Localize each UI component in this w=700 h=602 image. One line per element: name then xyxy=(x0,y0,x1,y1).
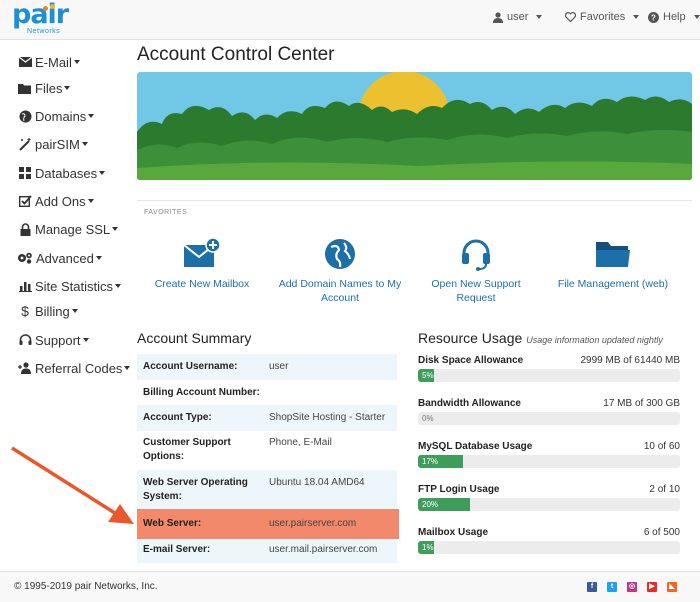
resource-usage-subtitle: Usage information updated nightly xyxy=(526,335,663,345)
user-menu-label: user xyxy=(507,11,529,23)
sidebar-item-pairsim[interactable]: pairSIM xyxy=(18,134,88,154)
facebook-icon[interactable]: f xyxy=(587,582,597,592)
progress-bar: 20% xyxy=(418,498,680,511)
sidebar-item-billing[interactable]: $ Billing xyxy=(18,301,78,321)
progress-bar: 0% xyxy=(418,412,680,425)
user-icon xyxy=(493,11,503,23)
sidebar-item-files[interactable]: Files xyxy=(18,78,71,98)
sidebar-item-email[interactable]: E-Mail xyxy=(18,52,80,72)
globe-icon xyxy=(325,239,355,269)
table-row: Web Server Operating System: Ubuntu 18.0… xyxy=(137,470,397,509)
chevron-down-icon xyxy=(112,227,119,231)
svg-text:?: ? xyxy=(651,13,656,22)
globe-icon xyxy=(18,109,32,123)
envelope-plus-icon xyxy=(183,237,221,267)
gears-icon xyxy=(16,251,33,265)
table-row: Web Server: user.pairserver.com xyxy=(143,518,357,529)
chevron-down-icon xyxy=(633,15,640,19)
favorite-open-support-request[interactable]: Open New Support Request xyxy=(411,237,541,305)
sidebar-item-support[interactable]: Support xyxy=(18,330,89,350)
user-menu[interactable]: user xyxy=(493,11,543,23)
favorites-panel: FAVORITES Create New Mailbox Add Domain … xyxy=(137,200,692,310)
folder-icon xyxy=(18,81,32,95)
twitter-icon[interactable]: t xyxy=(607,582,617,592)
favorite-file-management[interactable]: File Management (web) xyxy=(548,237,678,291)
table-row: E-mail Server: user.mail.pairserver.com xyxy=(137,539,397,563)
favorite-create-mailbox[interactable]: Create New Mailbox xyxy=(137,237,267,291)
dollar-icon: $ xyxy=(21,303,29,319)
sidebar-item-referral-codes[interactable]: Referral Codes xyxy=(18,358,131,378)
sidebar-item-add-ons[interactable]: Add Ons xyxy=(18,191,94,211)
favorites-menu-label: Favorites xyxy=(580,11,626,23)
favorite-add-domain-names[interactable]: Add Domain Names to My Account xyxy=(275,237,405,305)
youtube-icon[interactable]: ▶ xyxy=(647,582,657,592)
chevron-down-icon xyxy=(82,338,89,342)
chevron-down-icon xyxy=(99,171,106,175)
chevron-down-icon xyxy=(693,15,700,19)
progress-bar: 17% xyxy=(418,455,680,468)
footer: © 1995-2019 pair Networks, Inc. f t ◎ ▶ … xyxy=(0,571,700,602)
progress-bar: 5% xyxy=(418,369,680,382)
top-navbar: pair Networks user Favorites ? Help xyxy=(0,0,700,40)
sidebar-item-domains[interactable]: Domains xyxy=(18,106,95,126)
sidebar-item-site-statistics[interactable]: Site Statistics xyxy=(18,276,122,296)
progress-bar: 1% xyxy=(418,541,680,554)
bar-chart-icon xyxy=(18,279,32,293)
favorites-heading: FAVORITES xyxy=(144,209,188,216)
heart-icon xyxy=(565,12,576,22)
account-summary-title: Account Summary xyxy=(137,330,252,346)
help-menu[interactable]: ? Help xyxy=(648,11,700,23)
table-row: Billing Account Number: xyxy=(143,387,260,398)
chevron-down-icon xyxy=(124,366,131,370)
chevron-down-icon xyxy=(81,142,88,146)
annotation-arrow xyxy=(11,446,134,524)
envelope-icon xyxy=(18,55,32,69)
table-row: Account Type: ShopSite Hosting - Starter xyxy=(137,405,397,431)
instagram-icon[interactable]: ◎ xyxy=(627,582,637,592)
resource-usage-title: Resource Usage Usage information updated … xyxy=(418,330,663,346)
rss-icon[interactable]: ◣ xyxy=(667,582,677,592)
help-menu-label: Help xyxy=(663,11,686,23)
headset-icon xyxy=(462,239,490,271)
table-row: Account Username: user xyxy=(137,354,397,380)
lock-icon xyxy=(18,222,32,236)
table-row: Customer Support Options: Phone, E-Mail xyxy=(143,437,332,462)
page-title: Account Control Center xyxy=(137,44,335,65)
chevron-down-icon xyxy=(64,86,71,90)
chevron-down-icon xyxy=(71,309,78,313)
chevron-down-icon xyxy=(115,284,122,288)
chevron-down-icon xyxy=(73,60,80,64)
help-icon: ? xyxy=(648,11,659,23)
folder-icon xyxy=(596,242,630,267)
headset-icon xyxy=(18,333,32,347)
magic-wand-icon xyxy=(18,137,32,151)
banner-illustration xyxy=(137,72,692,180)
sidebar-item-databases[interactable]: Databases xyxy=(18,163,106,183)
checkbox-icon xyxy=(18,194,32,208)
grid-icon xyxy=(18,166,32,180)
user-add-icon xyxy=(18,361,32,375)
copyright-text: © 1995-2019 pair Networks, Inc. xyxy=(14,581,158,592)
pair-networks-logo[interactable]: pair Networks xyxy=(12,0,72,37)
sidebar-item-advanced[interactable]: Advanced xyxy=(16,248,102,268)
chevron-down-icon xyxy=(88,114,95,118)
sidebar-item-manage-ssl[interactable]: Manage SSL xyxy=(18,219,119,239)
chevron-down-icon xyxy=(87,199,94,203)
favorites-menu[interactable]: Favorites xyxy=(565,11,640,23)
chevron-down-icon xyxy=(95,256,102,260)
chevron-down-icon xyxy=(536,15,543,19)
